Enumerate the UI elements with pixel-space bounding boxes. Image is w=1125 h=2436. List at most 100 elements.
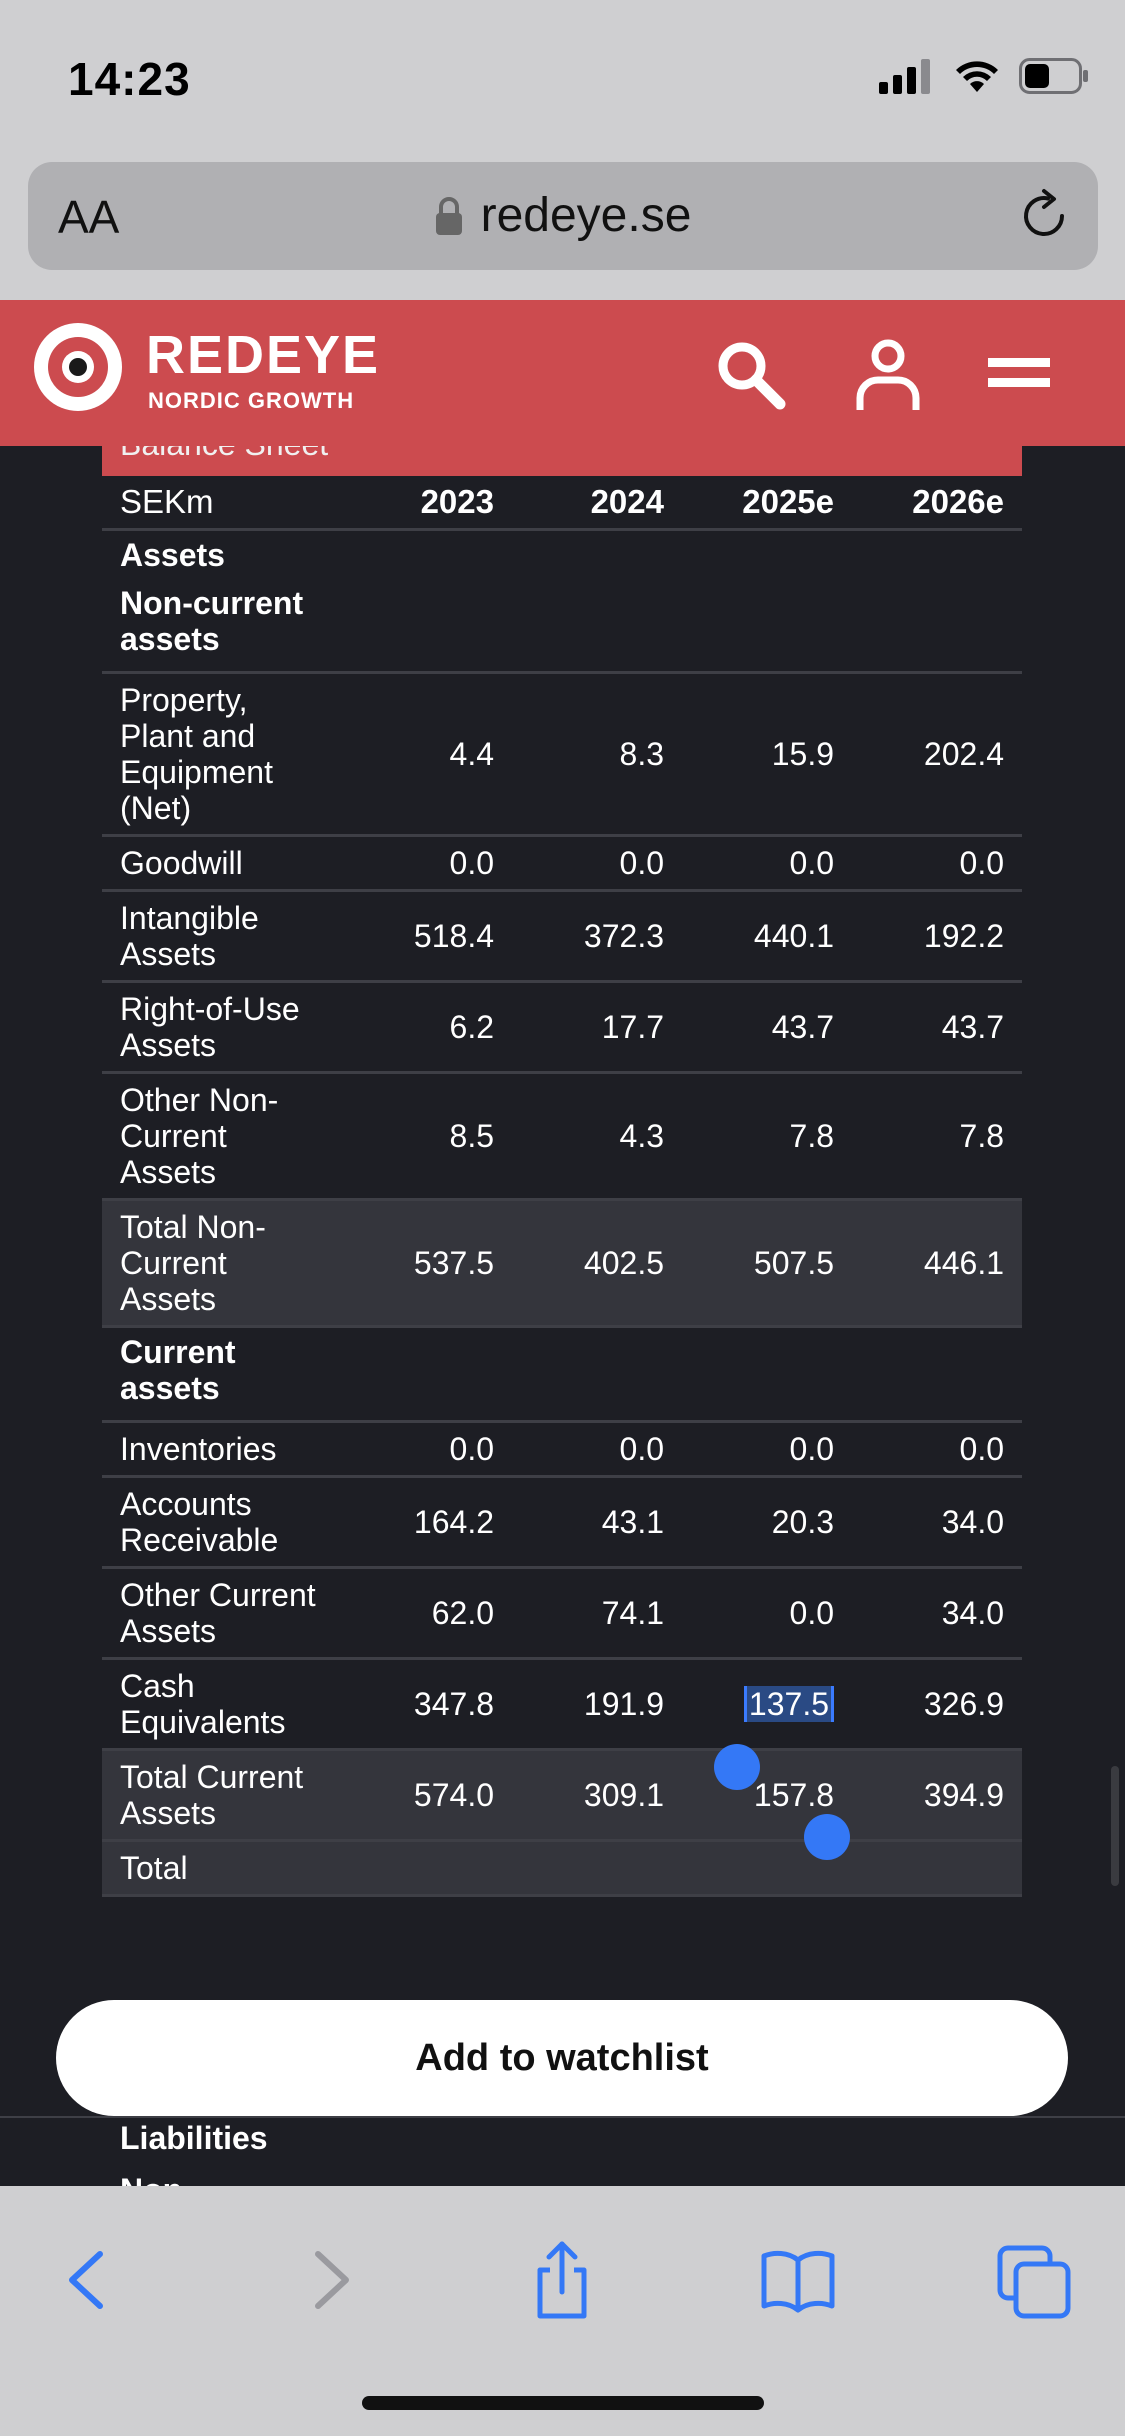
cell-value: 0.0 bbox=[682, 835, 852, 892]
cell-value: 0.0 bbox=[342, 835, 512, 892]
table-row: Other Non-Current Assets 8.5 4.3 7.8 7.8 bbox=[102, 1072, 1022, 1201]
cell-value: 164.2 bbox=[342, 1476, 512, 1569]
cell-value: 192.2 bbox=[852, 890, 1022, 983]
section-label: Non-current assets bbox=[102, 579, 342, 674]
page-content: Balance Sheet SEKm 2023 2024 2025e 2026e… bbox=[0, 446, 1125, 2186]
lock-icon bbox=[435, 196, 462, 235]
column-header: 2026e bbox=[852, 476, 1022, 531]
table-row: Cash Equivalents 347.8 191.9 137.5 326.9 bbox=[102, 1658, 1022, 1751]
cell-value: 518.4 bbox=[342, 890, 512, 983]
status-icons bbox=[879, 58, 1089, 94]
row-label: Total Non-Current Assets bbox=[102, 1199, 342, 1328]
section-label: Assets bbox=[120, 537, 225, 573]
column-header: 2024 bbox=[512, 476, 682, 531]
section-row: Non-current assets bbox=[102, 579, 1022, 674]
table-row: Other Current Assets 62.0 74.1 0.0 34.0 bbox=[102, 1567, 1022, 1660]
menu-hamburger-icon[interactable] bbox=[980, 334, 1060, 414]
back-icon[interactable] bbox=[48, 2240, 128, 2320]
row-label: Property, Plant and Equipment (Net) bbox=[102, 672, 342, 837]
column-header: 2025e bbox=[682, 476, 852, 531]
total-row: Total Current Assets 574.0 309.1 157.8 3… bbox=[102, 1749, 1022, 1842]
section-row: Current assets bbox=[102, 1326, 1022, 1423]
cell-value: 6.2 bbox=[342, 981, 512, 1074]
forward-icon[interactable] bbox=[290, 2240, 370, 2320]
cell-value: 15.9 bbox=[682, 672, 852, 837]
add-to-watchlist-button[interactable]: Add to watchlist bbox=[56, 2000, 1068, 2116]
cell-value: 8.3 bbox=[512, 672, 682, 837]
balance-sheet-table: SEKm 2023 2024 2025e 2026e Assets Non-cu… bbox=[102, 476, 1022, 1897]
cell-value: 0.0 bbox=[852, 835, 1022, 892]
row-label: Cash Equivalents bbox=[102, 1658, 342, 1751]
empty-cell bbox=[342, 579, 1022, 674]
cell-value: 74.1 bbox=[512, 1567, 682, 1660]
scrollbar[interactable] bbox=[1111, 1766, 1119, 1886]
row-label: Goodwill bbox=[102, 835, 342, 892]
cell-value: 43.7 bbox=[852, 981, 1022, 1074]
cell-value: 4.4 bbox=[342, 672, 512, 837]
cell-value: 34.0 bbox=[852, 1567, 1022, 1660]
cell-value: 0.0 bbox=[512, 835, 682, 892]
home-indicator bbox=[362, 2396, 764, 2410]
divider bbox=[0, 2116, 1125, 2118]
cell-value: 43.7 bbox=[682, 981, 852, 1074]
share-icon[interactable] bbox=[522, 2240, 602, 2320]
column-header: SEKm bbox=[102, 476, 342, 531]
cell-value: 507.5 bbox=[682, 1199, 852, 1328]
table-row: Accounts Receivable 164.2 43.1 20.3 34.0 bbox=[102, 1476, 1022, 1569]
row-label: Inventories bbox=[102, 1421, 342, 1478]
cell-value: 7.8 bbox=[682, 1072, 852, 1201]
cell-value: 537.5 bbox=[342, 1199, 512, 1328]
cellular-signal-icon bbox=[879, 59, 930, 94]
cell-value: 8.5 bbox=[342, 1072, 512, 1201]
text-selection[interactable]: 137.5 bbox=[743, 1686, 834, 1722]
battery-icon bbox=[1019, 58, 1088, 94]
row-label: Total bbox=[102, 1840, 342, 1897]
cell-value bbox=[852, 1840, 1022, 1897]
cell-value: 34.0 bbox=[852, 1476, 1022, 1569]
user-account-icon[interactable] bbox=[848, 334, 928, 414]
row-label: Other Current Assets bbox=[102, 1567, 342, 1660]
selection-end-handle[interactable] bbox=[804, 1814, 850, 1860]
total-row: Total bbox=[102, 1840, 1022, 1897]
row-label: Right-of-Use Assets bbox=[102, 981, 342, 1074]
bookmarks-icon[interactable] bbox=[758, 2240, 838, 2320]
redeye-logo-icon[interactable] bbox=[34, 323, 122, 411]
selected-cell[interactable]: 137.5 bbox=[682, 1658, 852, 1751]
selection-start-handle[interactable] bbox=[714, 1744, 760, 1790]
table-row: Goodwill 0.0 0.0 0.0 0.0 bbox=[102, 835, 1022, 892]
cell-value: 4.3 bbox=[512, 1072, 682, 1201]
address-bar[interactable]: AA redeye.se bbox=[28, 162, 1098, 270]
cell-value: 440.1 bbox=[682, 890, 852, 983]
section-row: Assets bbox=[102, 530, 1022, 580]
cell-value: 574.0 bbox=[342, 1749, 512, 1842]
cell-value: 17.7 bbox=[512, 981, 682, 1074]
cell-value bbox=[512, 1840, 682, 1897]
balance-sheet-title: Balance Sheet bbox=[120, 446, 328, 463]
cell-value: 0.0 bbox=[682, 1421, 852, 1478]
table-row: Intangible Assets 518.4 372.3 440.1 192.… bbox=[102, 890, 1022, 983]
cell-value: 326.9 bbox=[852, 1658, 1022, 1751]
cell-value bbox=[342, 1840, 512, 1897]
browser-address-area: AA redeye.se bbox=[0, 160, 1125, 300]
logo-text[interactable]: REDEYE NORDIC GROWTH bbox=[146, 324, 380, 414]
url-display[interactable]: redeye.se bbox=[28, 188, 1098, 243]
cell-value: 0.0 bbox=[342, 1421, 512, 1478]
reload-icon[interactable] bbox=[1016, 188, 1072, 244]
cell-value: 309.1 bbox=[512, 1749, 682, 1842]
search-icon[interactable] bbox=[710, 334, 790, 414]
site-header: REDEYE NORDIC GROWTH bbox=[0, 300, 1125, 446]
table-header-row: SEKm 2023 2024 2025e 2026e bbox=[102, 476, 1022, 531]
cell-value: 0.0 bbox=[682, 1567, 852, 1660]
cell-value: 0.0 bbox=[852, 1421, 1022, 1478]
tabs-icon[interactable] bbox=[994, 2240, 1074, 2320]
table-row: Inventories 0.0 0.0 0.0 0.0 bbox=[102, 1421, 1022, 1478]
status-bar: 14:23 bbox=[0, 0, 1125, 160]
wifi-icon bbox=[956, 61, 998, 92]
balance-sheet-header: Balance Sheet bbox=[102, 446, 1022, 476]
empty-cell bbox=[342, 1326, 1022, 1423]
cell-value: 347.8 bbox=[342, 1658, 512, 1751]
row-label: Other Non-Current Assets bbox=[102, 1072, 342, 1201]
column-header: 2023 bbox=[342, 476, 512, 531]
logo-title: REDEYE bbox=[146, 325, 381, 385]
table-row: Property, Plant and Equipment (Net) 4.4 … bbox=[102, 672, 1022, 837]
